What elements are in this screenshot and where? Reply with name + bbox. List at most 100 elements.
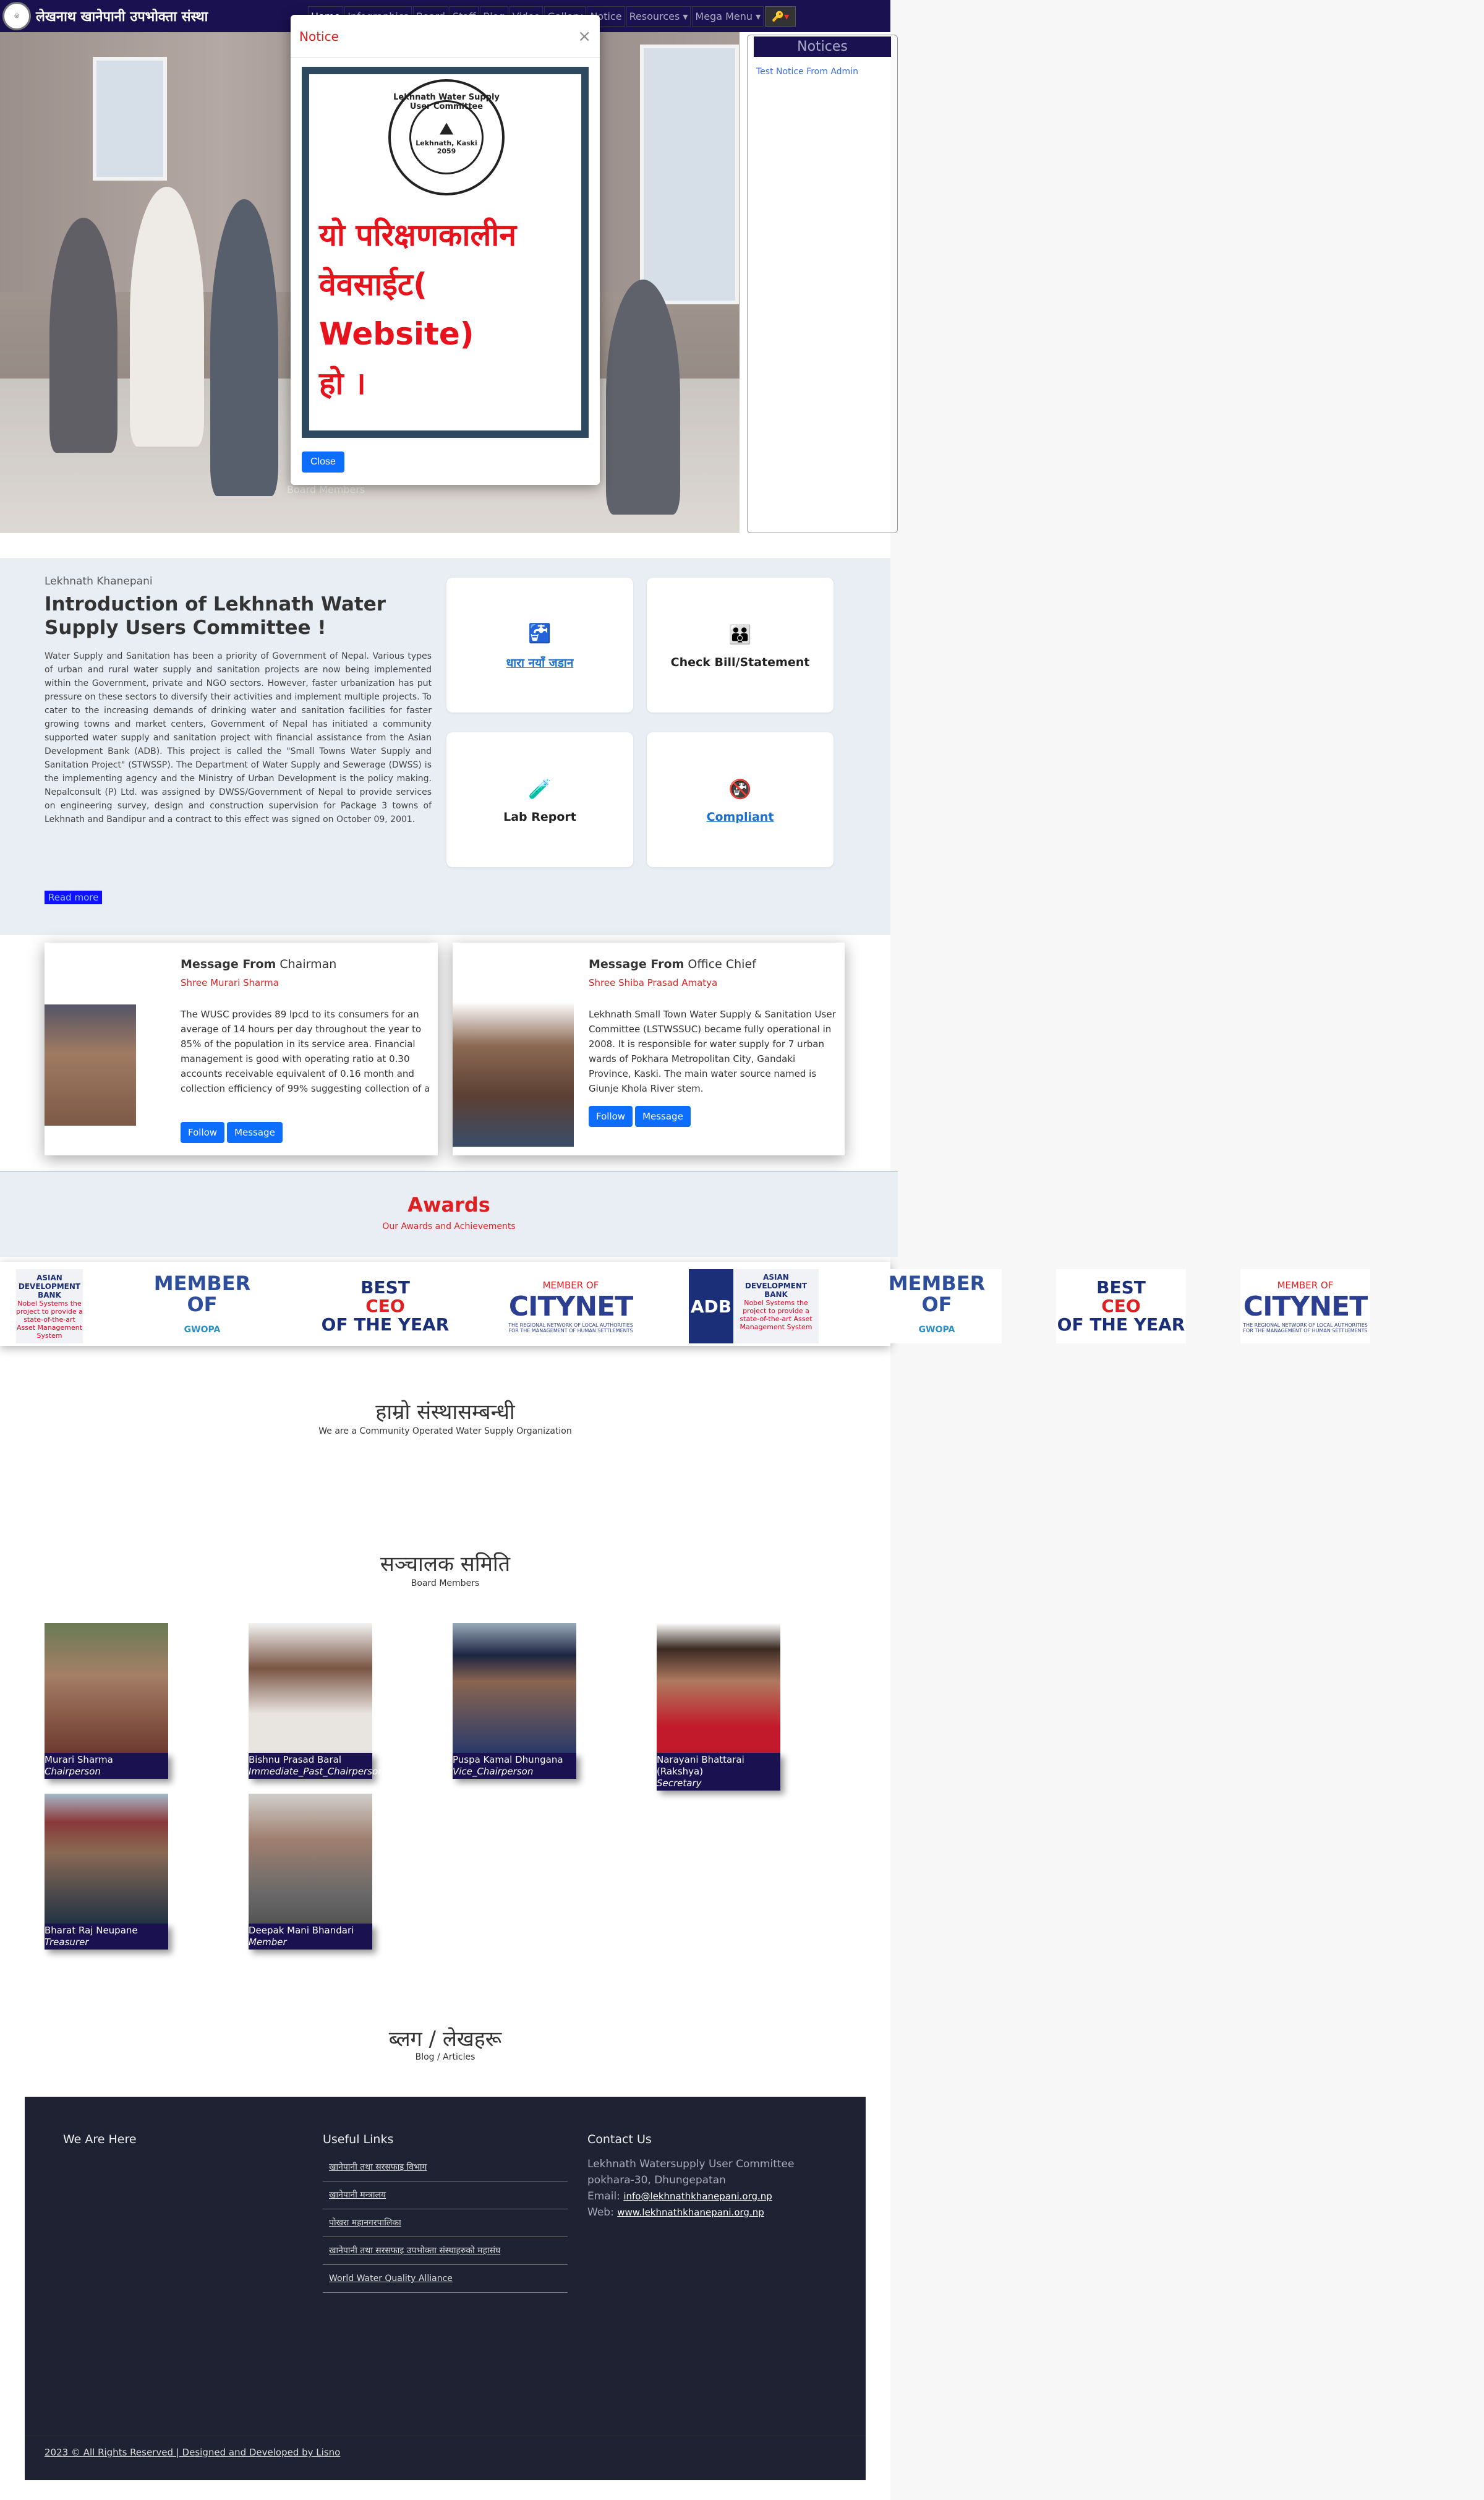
member-name: Murari Sharma bbox=[45, 1754, 113, 1765]
org-title: हाम्रो संस्थासम्बन्धी bbox=[375, 1400, 515, 1424]
web-link[interactable]: www.lekhnathkhanepani.org.np bbox=[617, 2207, 764, 2218]
service-label[interactable]: Compliant bbox=[707, 810, 774, 824]
board-member[interactable]: Narayani Bhattarai (Rakshya) Secretary bbox=[657, 1623, 780, 1791]
award-best-ceo: BEST CEO OF THE YEAR bbox=[1056, 1269, 1186, 1343]
brand[interactable]: ◎ लेखनाथ खानेपानी उपभोक्ता संस्था bbox=[0, 2, 208, 30]
award-ceo-line2: CEO bbox=[365, 1296, 405, 1316]
award-adb-body: Nobel Systems the project to provide a s… bbox=[740, 1299, 812, 1331]
message-text: The WUSC provides 89 lpcd to its consume… bbox=[181, 1009, 430, 1094]
member-role: Treasurer bbox=[45, 1937, 89, 1948]
message-heading-bold: Message From bbox=[181, 957, 276, 971]
award-gwopa-name: GWOPA bbox=[918, 1324, 955, 1335]
email-label: Email: bbox=[587, 2190, 620, 2202]
message-button[interactable]: Message bbox=[635, 1106, 691, 1127]
message-actions: Follow Message bbox=[181, 1122, 285, 1143]
intro-section: Lekhnath Khanepani Introduction of Lekhn… bbox=[0, 558, 890, 935]
footer-link[interactable]: खानेपानी मन्त्रालय bbox=[323, 2181, 568, 2209]
award-ceo-line1: BEST bbox=[360, 1277, 410, 1298]
board-member[interactable]: Bishnu Prasad Baral Immediate_Past_Chairp… bbox=[249, 1623, 384, 1779]
award-citynet-member: MEMBER OF bbox=[1277, 1279, 1334, 1291]
seal-center: ⛰ Lekhnath, Kaski 2059 bbox=[409, 100, 484, 174]
notice-modal: Notice × Lekhnath Water Supply User Comm… bbox=[291, 15, 600, 485]
notices-panel: Notices Test Notice From Admin bbox=[747, 35, 898, 533]
board-member[interactable]: Murari Sharma Chairperson bbox=[45, 1623, 168, 1779]
chairman-photo bbox=[45, 1004, 136, 1126]
award-adb-header: ASIAN DEVELOPMENT BANK bbox=[744, 1273, 808, 1299]
nav-item-mega-menu[interactable]: Mega Menu ▾ bbox=[692, 6, 764, 27]
web-label: Web: bbox=[587, 2206, 614, 2219]
lab-icon: 🧪 bbox=[528, 778, 552, 800]
copyright-link[interactable]: 2023 © All Rights Reserved | Designed an… bbox=[45, 2447, 340, 2458]
close-button[interactable]: Close bbox=[302, 452, 344, 473]
award-citynet-tagline: THE REGIONAL NETWORK OF LOCAL AUTHORITIE… bbox=[508, 1322, 633, 1333]
message-heading-role: Office Chief bbox=[688, 957, 756, 971]
contact-org: Lekhnath Watersupply User Committee bbox=[587, 2158, 795, 2170]
message-button[interactable]: Message bbox=[227, 1122, 283, 1143]
board-member[interactable]: Bharat Raj Neupane Treasurer bbox=[45, 1794, 168, 1950]
award-citynet-tagline: THE REGIONAL NETWORK OF LOCAL AUTHORITIE… bbox=[1243, 1322, 1368, 1333]
service-label[interactable]: धारा नयाँ जडान bbox=[506, 654, 574, 670]
footer-link[interactable]: पोखरा महानगरपालिका bbox=[323, 2209, 568, 2237]
blog-subtitle: Blog / Articles bbox=[415, 2052, 475, 2062]
notice-image: Lekhnath Water Supply User Committee ⛰ L… bbox=[302, 67, 589, 438]
follow-button[interactable]: Follow bbox=[589, 1106, 633, 1127]
message-heading-bold: Message From bbox=[589, 957, 684, 971]
member-label: Bharat Raj Neupane Treasurer bbox=[45, 1924, 168, 1950]
award-ceo-line3: OF THE YEAR bbox=[1057, 1314, 1185, 1335]
follow-button[interactable]: Follow bbox=[181, 1122, 225, 1143]
message-heading-role: Chairman bbox=[279, 957, 337, 971]
nav-item-resources[interactable]: Resources ▾ bbox=[626, 6, 691, 27]
service-label: Check Bill/Statement bbox=[670, 656, 810, 669]
award-gwopa-title: MEMBER OF bbox=[888, 1271, 986, 1316]
notice-link[interactable]: Test Notice From Admin bbox=[756, 67, 889, 77]
award-ceo-line3: OF THE YEAR bbox=[321, 1314, 450, 1335]
contact-address: pokhara-30, Dhungepatan bbox=[587, 2174, 726, 2186]
footer-link[interactable]: खानेपानी तथा सरसफाइ उपभोक्ता संस्थाहरुको… bbox=[323, 2237, 568, 2265]
seal-year: 2059 bbox=[437, 147, 456, 155]
notice-text-line2: वेवसाईट( Website) bbox=[319, 267, 474, 352]
award-gwopa-title: MEMBER OF bbox=[153, 1271, 251, 1316]
member-name: Narayani Bhattarai (Rakshya) bbox=[657, 1754, 744, 1777]
footer-link[interactable]: World Water Quality Alliance bbox=[323, 2265, 568, 2293]
member-label: Narayani Bhattarai (Rakshya) Secretary bbox=[657, 1753, 780, 1791]
member-name: Bharat Raj Neupane bbox=[45, 1925, 138, 1936]
footer-heading-links: Useful Links bbox=[323, 2133, 394, 2146]
award-citynet-name: CITYNET bbox=[1243, 1290, 1368, 1322]
footer-heading-contact: Contact Us bbox=[587, 2133, 652, 2146]
service-card-check-bill[interactable]: 👪 Check Bill/Statement bbox=[647, 578, 834, 713]
award-adb: ADB ASIAN DEVELOPMENT BANK Nobel Systems… bbox=[689, 1269, 819, 1343]
awards-section: Awards Our Awards and Achievements bbox=[0, 1171, 898, 1257]
service-card-complaint[interactable]: 🚱 Compliant bbox=[647, 732, 834, 867]
service-card-new-tap[interactable]: 🚰 धारा नयाँ जडान bbox=[446, 578, 633, 713]
email-link[interactable]: info@lekhnathkhanepani.org.np bbox=[623, 2191, 772, 2202]
award-best-ceo: BEST CEO OF THE YEAR bbox=[320, 1269, 450, 1343]
board-member[interactable]: Deepak Mani Bhandari Member bbox=[249, 1794, 372, 1950]
browser-canvas: ◎ लेखनाथ खानेपानी उपभोक्ता संस्था Home I… bbox=[0, 0, 1484, 2500]
award-citynet: MEMBER OF CITYNET THE REGIONAL NETWORK O… bbox=[1240, 1269, 1370, 1343]
message-card-chairman: Message From Chairman Shree Murari Sharm… bbox=[45, 943, 438, 1155]
contact-web-row: Web: www.lekhnathkhanepani.org.np bbox=[587, 2204, 794, 2220]
modal-title: Notice bbox=[299, 28, 339, 44]
member-role: Chairperson bbox=[45, 1766, 101, 1777]
member-label: Murari Sharma Chairperson bbox=[45, 1753, 168, 1779]
modal-header: Notice × bbox=[291, 15, 600, 58]
member-photo bbox=[249, 1623, 372, 1753]
message-card-office-chief: Message From Office Chief Shree Shiba Pr… bbox=[453, 943, 845, 1155]
member-label: Puspa Kamal Dhungana Vice_Chairperson bbox=[453, 1753, 576, 1779]
read-more-button[interactable]: Read more bbox=[45, 891, 103, 904]
award-ceo-line1: BEST bbox=[1096, 1277, 1146, 1298]
intro-title: Introduction of Lekhnath Water Supply Us… bbox=[45, 593, 386, 639]
notice-text-line3: हो । bbox=[319, 366, 366, 401]
award-gwopa: MEMBER OF GWOPA bbox=[137, 1269, 267, 1343]
family-icon: 👪 bbox=[728, 623, 752, 646]
award-gwopa-name: GWOPA bbox=[184, 1324, 221, 1335]
board-member[interactable]: Puspa Kamal Dhungana Vice_Chairperson bbox=[453, 1623, 576, 1779]
message-heading: Message From Chairman bbox=[181, 957, 336, 971]
footer-link[interactable]: खानेपानी तथा सरसफाइ विभाग bbox=[323, 2154, 568, 2181]
close-icon[interactable]: × bbox=[578, 27, 591, 46]
org-subtitle: We are a Community Operated Water Supply… bbox=[318, 1426, 572, 1436]
key-icon[interactable]: 🔑▾ bbox=[765, 6, 796, 27]
service-card-lab-report[interactable]: 🧪 Lab Report bbox=[446, 732, 633, 867]
member-photo bbox=[249, 1794, 372, 1924]
adb-logo: ADB bbox=[689, 1269, 733, 1343]
